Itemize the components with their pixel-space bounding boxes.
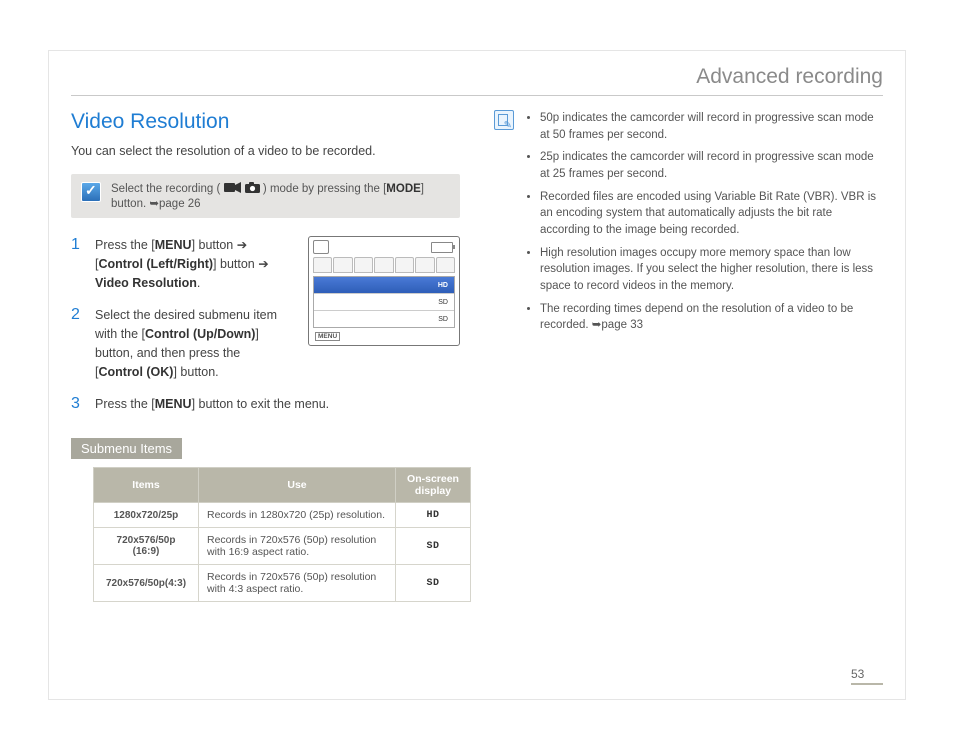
submenu-heading: Submenu Items — [71, 438, 182, 459]
note-item: High resolution images occupy more memor… — [540, 245, 883, 295]
row-item: 720x576/50p (16:9) — [94, 528, 199, 565]
lcd-row: SD — [314, 294, 454, 311]
mode-select-text: Select the recording ( ) mode by pressin… — [111, 182, 450, 210]
note-item: The recording times depend on the resolu… — [540, 301, 883, 334]
note-item: 25p indicates the camcorder will record … — [540, 149, 883, 182]
s2ctrl: Control (Up/Down) — [145, 327, 255, 341]
step-number-3: 3 — [71, 395, 83, 414]
s2c: ] button. — [173, 365, 218, 379]
lcd-tab — [333, 257, 352, 273]
lcd-row: SD — [314, 311, 454, 327]
th-items: Items — [94, 468, 199, 503]
row-item: 720x576/50p(4:3) — [94, 565, 199, 602]
s1d: . — [197, 276, 200, 290]
lcd-submenu-list: HD SD SD — [313, 276, 455, 328]
chapter-title: Advanced recording — [71, 65, 883, 96]
camcorder-icon — [224, 182, 242, 196]
th-use: Use — [199, 468, 396, 503]
row-use: Records in 720x576 (50p) resolution with… — [199, 565, 396, 602]
table-row: 720x576/50p(4:3) Records in 720x576 (50p… — [94, 565, 471, 602]
step-1: 1 Press the [MENU] button ➔ [Control (Le… — [71, 236, 290, 292]
battery-icon — [431, 242, 453, 253]
lcd-tab — [374, 257, 393, 273]
lcd-tab — [436, 257, 455, 273]
lcd-tab-strip — [309, 257, 459, 273]
note-icon — [494, 110, 514, 130]
camera-icon — [245, 182, 260, 196]
step-number-2: 2 — [71, 306, 83, 381]
s1menu: MENU — [155, 238, 192, 252]
lcd-tab — [313, 257, 332, 273]
right-column: 50p indicates the camcorder will record … — [494, 110, 883, 602]
s1vr: Video Resolution — [95, 276, 197, 290]
check-icon — [81, 182, 101, 202]
step-number-1: 1 — [71, 236, 83, 292]
row-use: Records in 720x576 (50p) resolution with… — [199, 528, 396, 565]
s3a: Press the [ — [95, 397, 155, 411]
lcd-tab — [354, 257, 373, 273]
table-row: 1280x720/25p Records in 1280x720 (25p) r… — [94, 503, 471, 528]
row-osd: SD — [396, 528, 471, 565]
lcd-stby-icon — [313, 240, 329, 254]
step-3: 3 Press the [MENU] button to exit the me… — [71, 395, 460, 414]
s3b: ] button to exit the menu. — [192, 397, 330, 411]
notes-list: 50p indicates the camcorder will record … — [524, 110, 883, 340]
mode-select-box: Select the recording ( ) mode by pressin… — [71, 174, 460, 218]
row-osd: SD — [396, 565, 471, 602]
section-title: Video Resolution — [71, 110, 460, 134]
page-frame: Advanced recording Video Resolution You … — [48, 50, 906, 700]
lcd-tab — [415, 257, 434, 273]
row-item: 1280x720/25p — [94, 503, 199, 528]
table-row: 720x576/50p (16:9) Records in 720x576 (5… — [94, 528, 471, 565]
lcd-menu-label: MENU — [315, 332, 340, 341]
row-use: Records in 1280x720 (25p) resolution. — [199, 503, 396, 528]
step-2: 2 Select the desired submenu item with t… — [71, 306, 290, 381]
s1c: ] button ➔ — [213, 257, 269, 271]
row-osd: HD — [396, 503, 471, 528]
note-item: Recorded files are encoded using Variabl… — [540, 189, 883, 239]
th-osd: On-screen display — [396, 468, 471, 503]
modebox-pageref: ➥page 26 — [149, 198, 200, 210]
left-column: Video Resolution You can select the reso… — [71, 110, 460, 602]
note-item: 50p indicates the camcorder will record … — [540, 110, 883, 143]
submenu-table: Items Use On-screen display 1280x720/25p… — [93, 467, 471, 602]
s1ctrl: Control (Left/Right) — [98, 257, 213, 271]
modebox-suffix: ) mode by pressing the [ — [263, 183, 386, 195]
lcd-tab — [395, 257, 414, 273]
s1a: Press the [ — [95, 238, 155, 252]
lcd-row-selected: HD — [314, 277, 454, 294]
mode-label: MODE — [386, 183, 421, 195]
s2ok: Control (OK) — [98, 365, 173, 379]
section-intro: You can select the resolution of a video… — [71, 144, 460, 158]
s3menu: MENU — [155, 397, 192, 411]
page-number: 53 — [851, 667, 883, 685]
modebox-prefix: Select the recording ( — [111, 183, 224, 195]
lcd-preview: HD SD SD MENU — [308, 236, 460, 346]
